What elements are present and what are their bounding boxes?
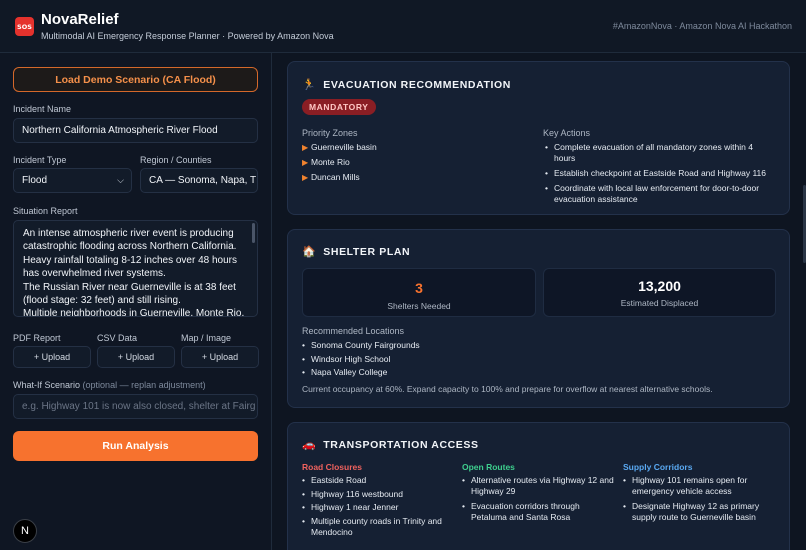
incident-name-label: Incident Name [13,104,72,114]
shelters-needed-value: 3 [415,280,423,296]
run-analysis-button[interactable]: Run Analysis [13,431,258,461]
shelter-title-text: SHELTER PLAN [323,245,411,258]
supply-corridors-label: Supply Corridors [623,462,693,472]
displaced-value: 13,200 [638,278,681,294]
evacuation-title: 🏃 EVACUATION RECOMMENDATION [302,78,511,91]
evacuation-title-text: EVACUATION RECOMMENDATION [323,78,511,91]
recommended-locations-label: Recommended Locations [302,326,405,336]
list-item: ▶ Monte Rio [302,157,350,167]
shelters-needed-stat: 3 Shelters Needed [302,268,536,317]
chevron-down-icon: ⌵ [117,175,124,185]
whatif-label: What-If Scenario (optional — replan adju… [13,380,206,390]
situation-line: Multiple neighborhoods in Guerneville, M… [23,308,245,317]
key-actions-list: • Complete evacuation of all mandatory zo… [545,142,770,209]
app-title: NovaRelief [41,11,119,28]
incident-type-select[interactable]: Flood ⌵ [13,168,132,193]
running-person-icon: 🏃 [302,78,317,91]
list-item: • Complete evacuation of all mandatory zo… [545,142,753,163]
region-input[interactable]: CA — Sonoma, Napa, T [140,168,258,193]
road-closures-list: • Eastside Road • Highway 116 westbound • H… [302,475,452,540]
open-routes-label: Open Routes [462,462,515,472]
house-icon: 🏠 [302,245,317,258]
whatif-optional-text: (optional — replan adjustment) [82,380,206,390]
whatif-label-text: What-If Scenario [13,380,81,390]
hackathon-tag: #AmazonNova · Amazon Nova AI Hackathon [612,21,792,31]
csv-upload-button[interactable]: + Upload [97,346,175,368]
list-item: • Highway 1 near Jenner [302,502,399,512]
avatar[interactable]: N [13,519,37,543]
app-subtitle: Multimodal AI Emergency Response Planner… [41,31,334,41]
transport-card: 🚗 TRANSPORTATION ACCESS Road Closures • E… [287,422,790,550]
list-item: • Alternative routes via Highway 12 and H… [462,475,614,496]
list-item: • Eastside Road [302,475,367,485]
situation-line: An intense atmospheric river event is pr… [23,228,238,280]
input-panel: Load Demo Scenario (CA Flood) Incident N… [0,53,272,550]
textarea-scrollbar[interactable] [252,223,255,243]
list-item: • Windsor High School [302,353,391,364]
region-label: Region / Counties [140,155,212,165]
open-routes-list: • Alternative routes via Highway 12 and H… [462,475,617,527]
shelters-needed-caption: Shelters Needed [387,301,451,311]
displaced-caption: Estimated Displaced [620,298,699,308]
list-item: ▶ Duncan Mills [302,172,360,182]
occupancy-note: Current occupancy at 60%. Expand capacit… [302,384,713,394]
map-image-label: Map / Image [181,333,232,343]
list-item: • Sonoma County Fairgrounds [302,340,420,350]
list-item: • Designate Highway 12 as primary supply … [623,501,760,522]
shelter-card: 🏠 SHELTER PLAN 3 Shelters Needed 13,200 … [287,229,790,408]
transport-title-text: TRANSPORTATION ACCESS [323,438,479,451]
sos-logo: SOS [15,17,34,36]
road-closures-label: Road Closures [302,462,362,472]
mandatory-badge: MANDATORY [302,99,376,115]
priority-zones-label: Priority Zones [302,128,358,138]
incident-type-label: Incident Type [13,155,67,165]
incident-name-input[interactable]: Northern California Atmospheric River Fl… [13,118,258,143]
locations-list: • Sonoma County Fairgrounds • Windsor High… [302,340,602,381]
list-item: • Highway 116 westbound [302,488,403,499]
evacuation-card: 🏃 EVACUATION RECOMMENDATION MANDATORY Pr… [287,61,790,215]
situation-line: The Russian River near Guerneville is at… [23,281,236,307]
pdf-upload-button[interactable]: + Upload [13,346,91,368]
map-upload-button[interactable]: + Upload [181,346,259,368]
list-item: • Evacuation corridors through Petaluma a… [462,501,580,522]
app-header: SOS NovaRelief Multimodal AI Emergency R… [0,0,806,53]
key-actions-label: Key Actions [543,128,591,138]
displaced-stat: 13,200 Estimated Displaced [543,268,776,317]
list-item: • Coordinate with local law enforcement f… [545,183,760,204]
list-item: • Napa Valley College [302,367,388,377]
list-item: • Highway 101 remains open for emergency … [623,475,748,496]
csv-data-label: CSV Data [97,333,138,343]
load-demo-button[interactable]: Load Demo Scenario (CA Flood) [13,67,258,92]
list-item: ▶ Guerneville basin [302,142,377,152]
list-item: • Establish checkpoint at Eastside Road a… [545,168,766,178]
list-item: • Multiple county roads in Trinity and Me… [302,515,442,537]
transport-title: 🚗 TRANSPORTATION ACCESS [302,438,479,451]
supply-corridors-list: • Highway 101 remains open for emergency … [623,475,773,527]
incident-type-value: Flood [22,175,48,186]
car-icon: 🚗 [302,438,317,451]
pdf-report-label: PDF Report [13,333,61,343]
priority-zones-list: ▶ Guerneville basin ▶ Monte Rio ▶ Duncan Mi… [302,142,522,187]
situation-report-label: Situation Report [13,206,78,216]
shelter-title: 🏠 SHELTER PLAN [302,245,410,258]
whatif-input[interactable]: e.g. Highway 101 is now also closed, she… [13,394,258,419]
situation-report-textarea[interactable]: An intense atmospheric river event is pr… [13,220,258,317]
